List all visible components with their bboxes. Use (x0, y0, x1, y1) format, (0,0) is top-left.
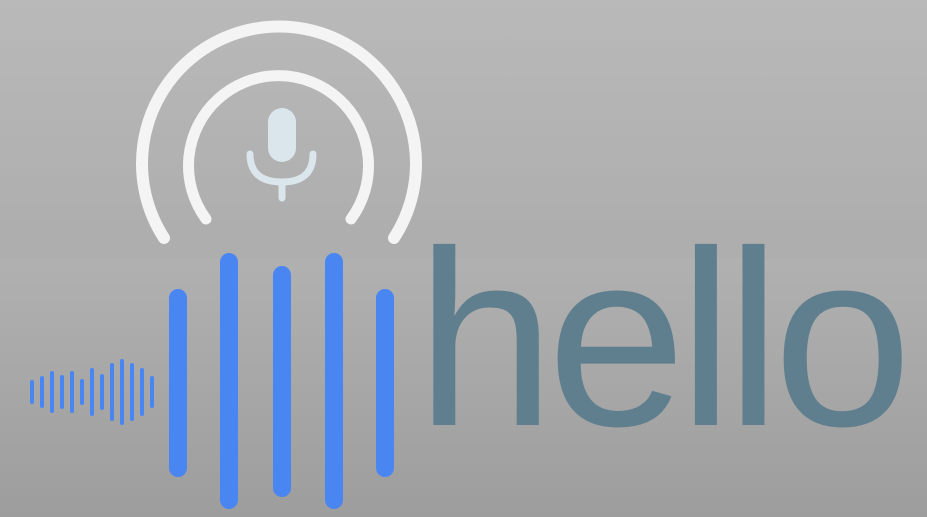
microphone-capsule (268, 108, 296, 162)
hello-wordmark: hello (416, 199, 912, 478)
microphone-icon (246, 108, 317, 202)
sound-wave-icon (30, 253, 394, 509)
